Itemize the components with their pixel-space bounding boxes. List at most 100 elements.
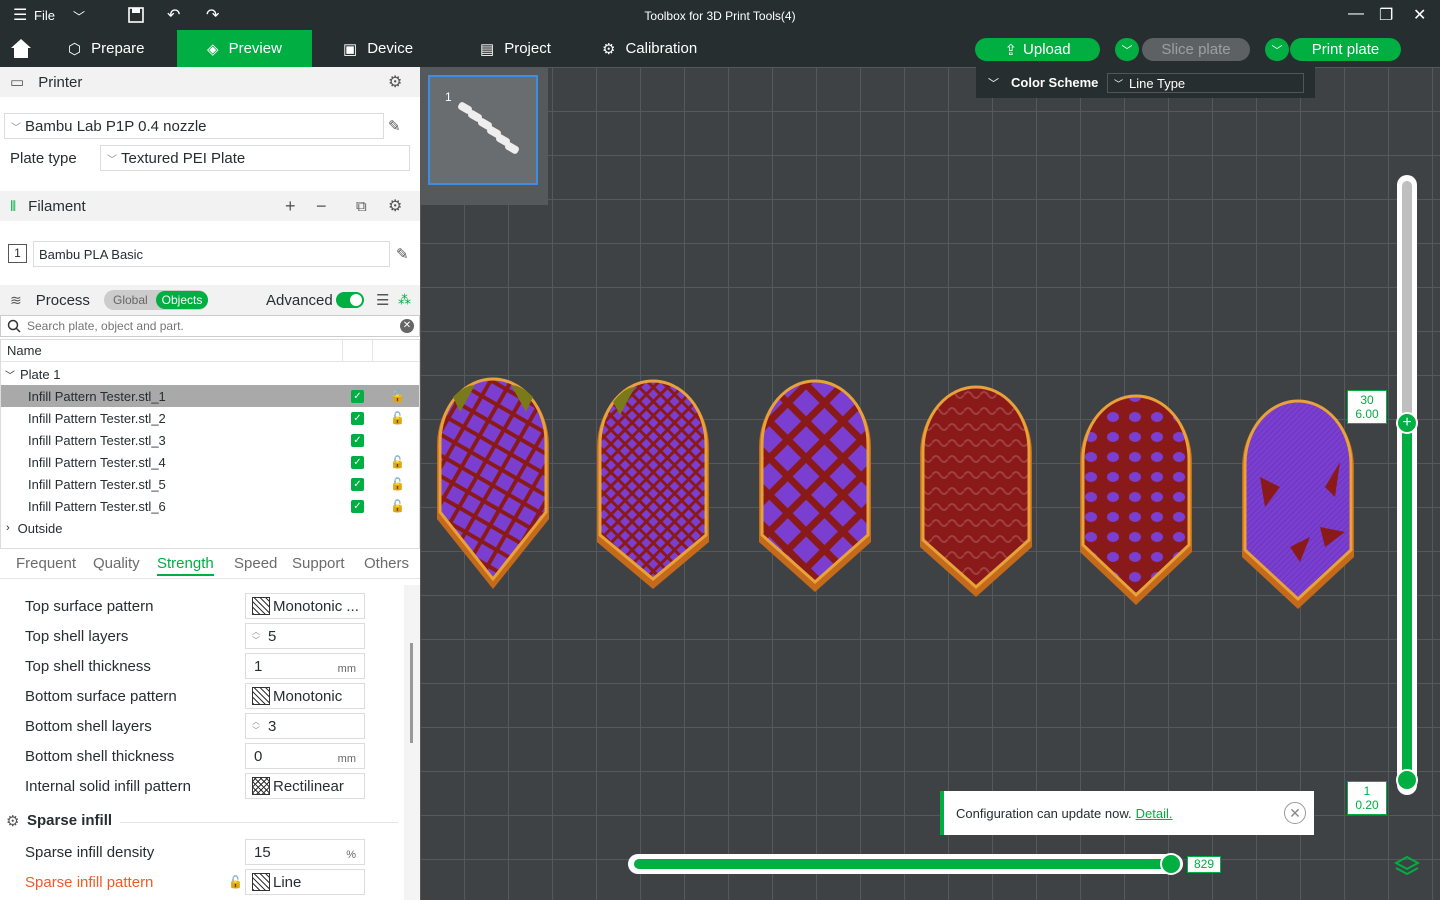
tab-preview[interactable]: ◈ Preview [177, 30, 312, 67]
plate-type-select[interactable]: ﹀ Textured PEI Plate [100, 145, 410, 171]
tab-prepare[interactable]: ⬡ Prepare [68, 30, 176, 67]
part-4[interactable] [920, 385, 1032, 597]
param-label: Bottom shell layers [25, 718, 152, 735]
preview-viewport[interactable]: 1 ﹀ Color Scheme ﹀ Line Type + 30 6.00 1… [420, 67, 1440, 900]
object-list-header: Name [1, 340, 419, 362]
menu-icon[interactable]: ☰ [13, 5, 27, 25]
save-icon[interactable] [128, 7, 144, 23]
close-icon[interactable]: ✕ [1413, 5, 1426, 25]
edit-icon[interactable]: ✎ [396, 245, 409, 263]
object-row-4[interactable]: Infill Pattern Tester.stl_4 ✓ 🔓 [1, 451, 419, 473]
project-icon: ▤ [480, 40, 495, 58]
sync-icon[interactable]: ⧉ [356, 198, 367, 215]
global-objects-toggle[interactable]: Global Objects [104, 290, 208, 310]
print-dropdown-button[interactable]: ﹀ [1265, 38, 1289, 61]
top-surface-pattern-select[interactable]: Monotonic ... [245, 593, 365, 619]
process-icon: ≋ [10, 291, 22, 308]
search-input[interactable] [27, 319, 397, 333]
chevron-down-icon: ﹀ [11, 122, 21, 134]
list-icon[interactable]: ☰ [376, 291, 389, 309]
internal-solid-infill-select[interactable]: Rectilinear [245, 773, 365, 799]
top-shell-layers-stepper[interactable]: ︿ ﹀ 5 [245, 623, 365, 649]
top-shell-thickness-field[interactable]: 1 mm [245, 653, 365, 679]
close-icon[interactable]: ✕ [1284, 802, 1306, 824]
slice-plate-button[interactable]: Slice plate [1142, 38, 1250, 61]
upload-button[interactable]: ⇪ Upload [975, 38, 1100, 61]
sparse-density-field[interactable]: 15% [245, 839, 365, 865]
compare-icon[interactable]: ⁂ [398, 292, 411, 308]
layer-bottom-badge: 1 0.20 [1347, 781, 1387, 815]
filament-select[interactable]: Bambu PLA Basic [33, 241, 390, 267]
move-slider[interactable] [628, 853, 1183, 875]
outside-row[interactable]: › Outside [1, 517, 419, 539]
object-row-3[interactable]: Infill Pattern Tester.stl_3 ✓ [1, 429, 419, 451]
chevron-down-icon[interactable]: ﹀ [73, 8, 85, 25]
bottom-shell-layers-stepper[interactable]: ︿ ﹀ 3 [245, 713, 365, 739]
tab-others[interactable]: Others [364, 555, 409, 572]
object-row-2[interactable]: Infill Pattern Tester.stl_2 ✓ 🔓 [1, 407, 419, 429]
sparse-pattern-select[interactable]: Line [245, 869, 365, 895]
tab-quality[interactable]: Quality [93, 555, 140, 572]
visible-checkbox[interactable]: ✓ [351, 389, 364, 403]
visible-checkbox[interactable]: ✓ [351, 455, 364, 469]
minimize-icon[interactable]: — [1348, 5, 1364, 23]
part-6[interactable] [1242, 399, 1354, 609]
bottom-surface-pattern-select[interactable]: Monotonic [245, 683, 365, 709]
object-row-5[interactable]: Infill Pattern Tester.stl_5 ✓ 🔓 [1, 473, 419, 495]
printer-select[interactable]: ﹀ Bambu Lab P1P 0.4 nozzle [4, 113, 384, 139]
scrollbar[interactable] [404, 585, 420, 900]
spin-arrows-icon[interactable]: ︿ ﹀ [252, 627, 260, 645]
visible-checkbox[interactable]: ✓ [351, 411, 364, 425]
visible-checkbox[interactable]: ✓ [351, 433, 364, 447]
top-nav: ⬡ Prepare ◈ Preview ▣ Device ▤ Project ⚙ Cali… [0, 30, 1440, 67]
tab-calibration[interactable]: ⚙ Calibration [602, 30, 697, 67]
plate-row[interactable]: ﹀ Plate 1 [1, 363, 419, 385]
file-menu[interactable]: File [34, 8, 55, 23]
layers-view-icon[interactable] [1394, 855, 1420, 879]
lock-icon[interactable]: 🔓 [228, 875, 243, 889]
visible-checkbox[interactable]: ✓ [351, 477, 364, 491]
redo-icon[interactable]: ↷ [206, 5, 219, 25]
part-2[interactable] [597, 379, 709, 589]
tab-device[interactable]: ▣ Device [343, 30, 413, 67]
layer-bottom-handle[interactable] [1396, 769, 1418, 791]
add-icon[interactable]: + [285, 196, 296, 217]
gear-icon[interactable]: ⚙ [388, 196, 402, 216]
remove-icon[interactable]: − [316, 196, 327, 217]
bottom-shell-thickness-field[interactable]: 0 mm [245, 743, 365, 769]
move-slider-handle[interactable] [1160, 853, 1182, 875]
part-3[interactable] [759, 379, 871, 592]
search-box[interactable]: ✕ [0, 315, 420, 337]
tab-speed[interactable]: Speed [234, 555, 277, 572]
chevron-down-icon: ﹀ [107, 154, 117, 166]
clear-search-icon[interactable]: ✕ [400, 319, 414, 333]
layer-top-handle[interactable]: + [1396, 412, 1418, 434]
object-row-1[interactable]: Infill Pattern Tester.stl_1 ✓ 🔓 [1, 385, 419, 407]
layer-slider[interactable]: + [1395, 175, 1419, 795]
lock-icon[interactable]: 🔓 [390, 389, 405, 403]
tab-strength[interactable]: Strength [157, 555, 214, 576]
lock-icon[interactable]: 🔓 [390, 499, 405, 513]
home-icon[interactable] [10, 38, 32, 59]
lock-icon[interactable]: 🔓 [390, 477, 405, 491]
visible-checkbox[interactable]: ✓ [351, 499, 364, 513]
tab-project[interactable]: ▤ Project [480, 30, 551, 67]
gear-icon[interactable]: ⚙ [388, 72, 402, 92]
lock-icon[interactable]: 🔓 [390, 411, 405, 425]
object-row-6[interactable]: Infill Pattern Tester.stl_6 ✓ 🔓 [1, 495, 419, 517]
pattern-icon [252, 597, 270, 615]
spin-arrows-icon[interactable]: ︿ ﹀ [252, 717, 260, 735]
edit-icon[interactable]: ✎ [388, 117, 401, 135]
restore-icon[interactable]: ❐ [1379, 5, 1393, 25]
advanced-toggle[interactable] [336, 292, 364, 308]
parts-scene [437, 377, 1354, 609]
detail-link[interactable]: Detail. [1136, 806, 1173, 821]
print-plate-button[interactable]: Print plate [1290, 38, 1401, 61]
undo-icon[interactable]: ↶ [167, 5, 180, 25]
part-1[interactable] [437, 377, 549, 589]
lock-icon[interactable]: 🔓 [390, 455, 405, 469]
tab-frequent[interactable]: Frequent [16, 555, 76, 572]
slice-dropdown-button[interactable]: ﹀ [1115, 38, 1139, 61]
part-5[interactable] [1080, 394, 1192, 605]
tab-support[interactable]: Support [292, 555, 345, 572]
